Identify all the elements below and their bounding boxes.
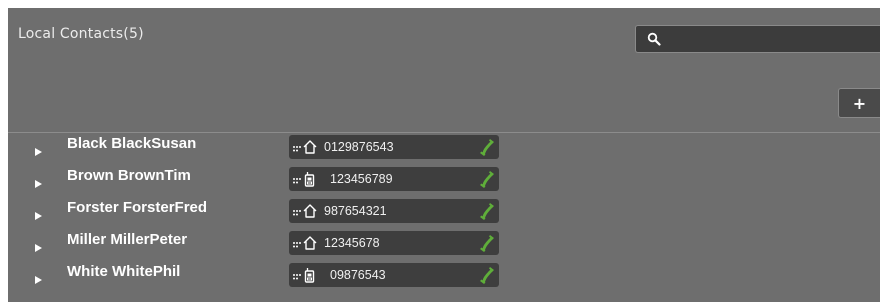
expand-arrow-icon[interactable] <box>35 148 42 156</box>
speed-dial-dots-icon <box>292 170 302 184</box>
contact-name[interactable]: Black BlackSusan <box>67 135 196 152</box>
phone-number: 12345678 <box>324 236 380 250</box>
expand-arrow-icon[interactable] <box>35 276 42 284</box>
phone-number-field[interactable]: 09876543 <box>289 263 499 287</box>
call-handset-icon[interactable] <box>477 169 495 189</box>
phone-number-field[interactable]: 987654321 <box>289 199 499 223</box>
contact-row[interactable]: Forster ForsterFred 987654321 <box>8 199 508 231</box>
call-handset-icon[interactable] <box>477 137 495 157</box>
home-icon <box>302 235 318 251</box>
phone-number-field[interactable]: 12345678 <box>289 231 499 255</box>
contact-name[interactable]: Brown BrownTim <box>67 167 191 184</box>
mobile-phone-icon <box>302 267 318 283</box>
speed-dial-dots-icon <box>292 202 302 216</box>
call-handset-icon[interactable] <box>477 201 495 221</box>
expand-arrow-icon[interactable] <box>35 180 42 188</box>
speed-dial-dots-icon <box>292 138 302 152</box>
phone-number-field[interactable]: 0129876543 <box>289 135 499 159</box>
contact-name[interactable]: Forster ForsterFred <box>67 199 207 216</box>
contacts-panel: Local Contacts(5) + Black BlackSusan 0129… <box>8 8 880 302</box>
contact-row[interactable]: Brown BrownTim 123456789 <box>8 167 508 199</box>
call-handset-icon[interactable] <box>477 265 495 285</box>
phone-number: 987654321 <box>324 204 387 218</box>
speed-dial-dots-icon <box>292 266 302 280</box>
expand-arrow-icon[interactable] <box>35 244 42 252</box>
expand-arrow-icon[interactable] <box>35 212 42 220</box>
search-icon <box>647 32 661 46</box>
contact-row[interactable]: Black BlackSusan 0129876543 <box>8 135 508 167</box>
mobile-phone-icon <box>302 171 318 187</box>
add-contact-button[interactable]: + <box>838 88 880 118</box>
contact-name[interactable]: Miller MillerPeter <box>67 231 187 248</box>
contact-name[interactable]: White WhitePhil <box>67 263 180 280</box>
call-handset-icon[interactable] <box>477 233 495 253</box>
home-icon <box>302 139 318 155</box>
phone-number: 0129876543 <box>324 140 394 154</box>
contact-row[interactable]: White WhitePhil 09876543 <box>8 263 508 295</box>
contact-row[interactable]: Miller MillerPeter 12345678 <box>8 231 508 263</box>
speed-dial-dots-icon <box>292 234 302 248</box>
phone-number: 123456789 <box>330 172 393 186</box>
divider <box>8 132 880 133</box>
page-title: Local Contacts(5) <box>18 26 144 42</box>
search-field[interactable] <box>635 25 880 53</box>
phone-number-field[interactable]: 123456789 <box>289 167 499 191</box>
phone-number: 09876543 <box>330 268 386 282</box>
search-input[interactable] <box>666 29 875 51</box>
home-icon <box>302 203 318 219</box>
